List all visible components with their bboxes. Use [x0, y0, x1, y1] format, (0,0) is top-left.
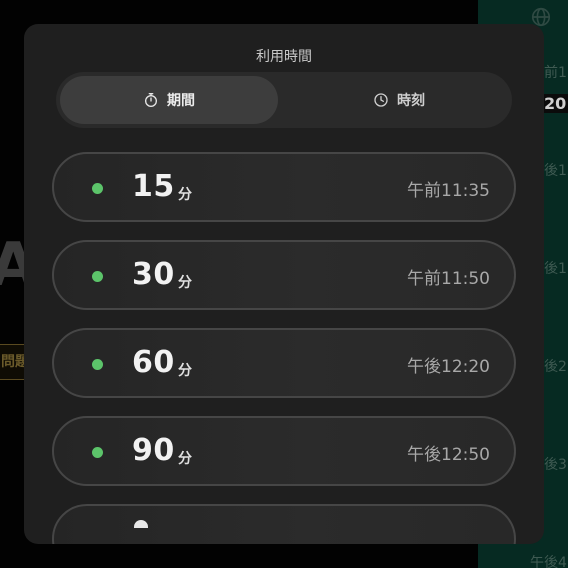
- duration-option-30[interactable]: 30 分 午前11:50: [52, 240, 516, 310]
- duration-minutes: 60: [132, 345, 175, 380]
- end-time: 午後12:50: [407, 445, 490, 465]
- screen: 午前11 20 午後12 午後1 午後2 午後3 午後4 A 問題 利用時間: [0, 0, 568, 568]
- end-time: 午後12:20: [407, 357, 490, 377]
- duration-option-90[interactable]: 90 分 午後12:50: [52, 416, 516, 486]
- availability-dot: [92, 271, 103, 282]
- mode-segmented-control: 期間 時刻: [56, 72, 512, 128]
- duration-option-15[interactable]: 15 分 午前11:35: [52, 152, 516, 222]
- availability-dot: [92, 183, 103, 194]
- duration-unit: 分: [178, 451, 192, 467]
- background-label: 午後4: [530, 555, 567, 568]
- duration-minutes: 30: [132, 257, 175, 292]
- tab-time-of-day[interactable]: 時刻: [290, 76, 508, 124]
- stopwatch-icon: [143, 92, 159, 108]
- duration-unit: 分: [178, 275, 192, 291]
- duration-unit: 分: [178, 363, 192, 379]
- duration-minutes: 90: [132, 433, 175, 468]
- tab-duration[interactable]: 期間: [60, 76, 278, 124]
- availability-dot: [92, 359, 103, 370]
- duration-option-60[interactable]: 60 分 午後12:20: [52, 328, 516, 398]
- duration-minutes: 15: [132, 169, 175, 204]
- end-time: 午前11:35: [407, 181, 490, 201]
- background-highlight: 20: [540, 94, 568, 113]
- tab-label: 時刻: [397, 93, 425, 109]
- modal-title: 利用時間: [256, 49, 312, 65]
- tab-label: 期間: [167, 93, 195, 109]
- clipped-option-text: [134, 520, 148, 528]
- duration-option-partial[interactable]: [52, 504, 516, 544]
- availability-dot: [92, 447, 103, 458]
- duration-options-list: 15 分 午前11:35 30 分 午前11:50 60 分 午後12:20 9…: [52, 152, 516, 544]
- duration-unit: 分: [178, 187, 192, 203]
- clock-icon: [373, 92, 389, 108]
- end-time: 午前11:50: [407, 269, 490, 289]
- duration-picker-modal: 利用時間 期間 時刻 15 分 午前11:35 30 分 午前11:50 60 …: [24, 24, 544, 544]
